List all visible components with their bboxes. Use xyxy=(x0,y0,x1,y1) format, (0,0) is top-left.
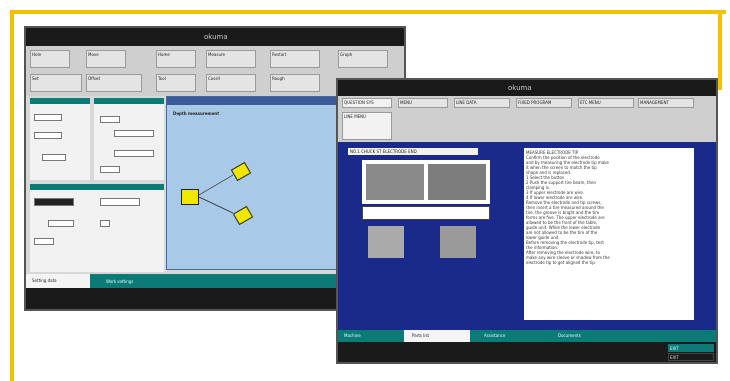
tip-photo xyxy=(440,226,476,258)
value-field[interactable] xyxy=(114,130,154,137)
toolbar-button[interactable]: Offset xyxy=(86,74,142,92)
logo: okuma xyxy=(204,33,228,41)
value-field[interactable] xyxy=(100,198,140,206)
exit-button[interactable]: EXIT xyxy=(668,353,714,361)
toolbar-button[interactable]: Hole xyxy=(30,50,70,68)
data-panel xyxy=(30,190,164,272)
tab-setting-data[interactable]: Setting data xyxy=(26,274,90,288)
value-field[interactable] xyxy=(42,154,66,161)
panel-header-label: NO.1 CHUCK ST ELECTRODE END xyxy=(350,149,417,154)
value-field[interactable] xyxy=(34,238,54,245)
electrode-photo xyxy=(428,164,486,200)
status-bar: EXIT EXIT xyxy=(338,342,716,362)
value-field[interactable] xyxy=(34,198,74,206)
value-field[interactable] xyxy=(100,220,110,227)
toolbar-button[interactable]: Rough xyxy=(270,74,320,92)
tab-assistance[interactable]: Assistance xyxy=(484,333,505,338)
scale-row xyxy=(362,206,490,220)
toolbar-button[interactable]: Restart xyxy=(270,50,320,68)
measurement-dialog: Depth measurement xyxy=(166,96,342,270)
photo-panel xyxy=(362,160,490,204)
toolbar-button[interactable]: Graph xyxy=(338,50,388,68)
tab-management[interactable]: MANAGEMENT xyxy=(638,98,694,108)
logo: okuma xyxy=(508,84,532,92)
procedure-line: electrode tip to get aligned the tip. xyxy=(526,260,597,265)
value-field[interactable] xyxy=(48,220,74,227)
tab-menu[interactable]: MENU xyxy=(398,98,448,108)
toolbar-button[interactable]: Move xyxy=(86,50,126,68)
value-field[interactable] xyxy=(34,132,62,139)
electrode-photo xyxy=(366,164,424,200)
value-field[interactable] xyxy=(114,150,154,157)
toolbar-button[interactable]: Home xyxy=(156,50,196,68)
tab-question-sys[interactable]: QUESTION SYS xyxy=(342,98,392,108)
tab-line-menu[interactable]: LINE MENU xyxy=(342,112,392,140)
title-bar: okuma xyxy=(26,28,404,46)
tab-machine[interactable]: Machine xyxy=(344,333,361,338)
toolbar-button[interactable]: Measure xyxy=(206,50,256,68)
value-field[interactable] xyxy=(100,166,120,173)
tip-photo xyxy=(368,226,404,258)
footer-tabs: Machine Parts list Assistance Documents xyxy=(338,330,716,342)
toolbar-button[interactable]: Tool xyxy=(156,74,196,92)
exit-button[interactable]: EXIT xyxy=(668,344,714,352)
tab-fixed-program[interactable]: FIXED PROGRAM xyxy=(516,98,572,108)
yellow-frame-edge xyxy=(718,10,722,90)
diagram-lines xyxy=(198,174,234,214)
toolbar-button[interactable]: Set xyxy=(30,74,82,92)
main-area: NO.1 CHUCK ST ELECTRODE END MEASURE ELEC… xyxy=(338,142,716,330)
tab-parts-list[interactable]: Parts list xyxy=(404,330,470,342)
screenshot-right: okuma QUESTION SYS MENU LINE DATA FIXED … xyxy=(336,78,718,364)
tab-work-settings[interactable]: Work settings xyxy=(106,279,133,284)
tab-line-data[interactable]: LINE DATA xyxy=(454,98,510,108)
tab-bar: QUESTION SYS MENU LINE DATA FIXED PROGRA… xyxy=(338,96,716,142)
data-panel xyxy=(94,104,164,180)
procedure-panel: MEASURE ELECTRODE TIP Confirm the positi… xyxy=(524,148,694,320)
value-field[interactable] xyxy=(34,114,62,121)
tab-etc-menu[interactable]: ETC MENU xyxy=(578,98,634,108)
title-bar: okuma xyxy=(338,80,716,96)
toolbar-button[interactable]: Coord xyxy=(206,74,256,92)
value-field[interactable] xyxy=(100,116,120,123)
data-panel xyxy=(30,104,90,180)
panel-header: NO.1 CHUCK ST ELECTRODE END xyxy=(348,148,478,155)
tab-documents[interactable]: Documents xyxy=(558,333,581,338)
